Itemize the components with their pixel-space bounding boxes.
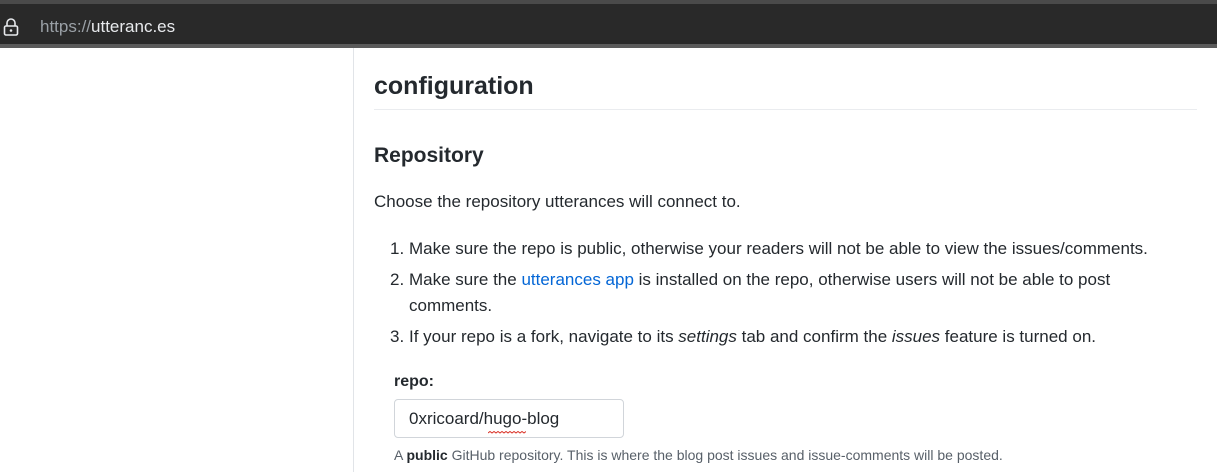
- list-item-text: feature is turned on.: [940, 327, 1096, 346]
- repo-note: A public GitHub repository. This is wher…: [394, 446, 1003, 464]
- title-divider: [374, 109, 1197, 110]
- note-bold: public: [406, 447, 448, 463]
- list-item-text: If your repo is a fork, navigate to its: [409, 327, 679, 346]
- note-prefix: A: [394, 447, 407, 463]
- note-suffix: GitHub repository. This is where the blo…: [447, 447, 1003, 463]
- url-host: utteranc.es: [91, 17, 176, 36]
- lock-icon[interactable]: [3, 18, 19, 36]
- list-item-number: 2.: [390, 270, 405, 289]
- url-scheme: https://: [40, 17, 92, 36]
- steps-list: 1. Make sure the repo is public, otherwi…: [374, 236, 1174, 355]
- issues-emphasis: issues: [891, 327, 941, 346]
- list-item-text: tab and confirm the: [736, 327, 892, 346]
- list-item-text: Make sure the repo is public, otherwise …: [409, 239, 1148, 258]
- settings-emphasis: settings: [678, 327, 737, 346]
- sidebar: [0, 48, 354, 472]
- list-item-text: Make sure the: [409, 270, 522, 289]
- url-text[interactable]: https://utteranc.es: [40, 16, 175, 38]
- page-title: configuration: [374, 72, 534, 100]
- list-item-number: 1.: [390, 239, 405, 258]
- section-title: Repository: [374, 144, 484, 167]
- intro-text: Choose the repository utterances will co…: [374, 192, 741, 211]
- list-item-number: 3.: [390, 327, 405, 346]
- spellcheck-underline: [488, 431, 526, 434]
- browser-address-bar[interactable]: https://utteranc.es: [0, 4, 1217, 44]
- list-item: 2. Make sure the utterances app is insta…: [374, 267, 1174, 319]
- list-item: 3. If your repo is a fork, navigate to i…: [374, 324, 1174, 350]
- repo-label: repo:: [394, 373, 434, 390]
- utterances-app-link[interactable]: utterances app: [521, 270, 633, 289]
- list-item: 1. Make sure the repo is public, otherwi…: [374, 236, 1174, 262]
